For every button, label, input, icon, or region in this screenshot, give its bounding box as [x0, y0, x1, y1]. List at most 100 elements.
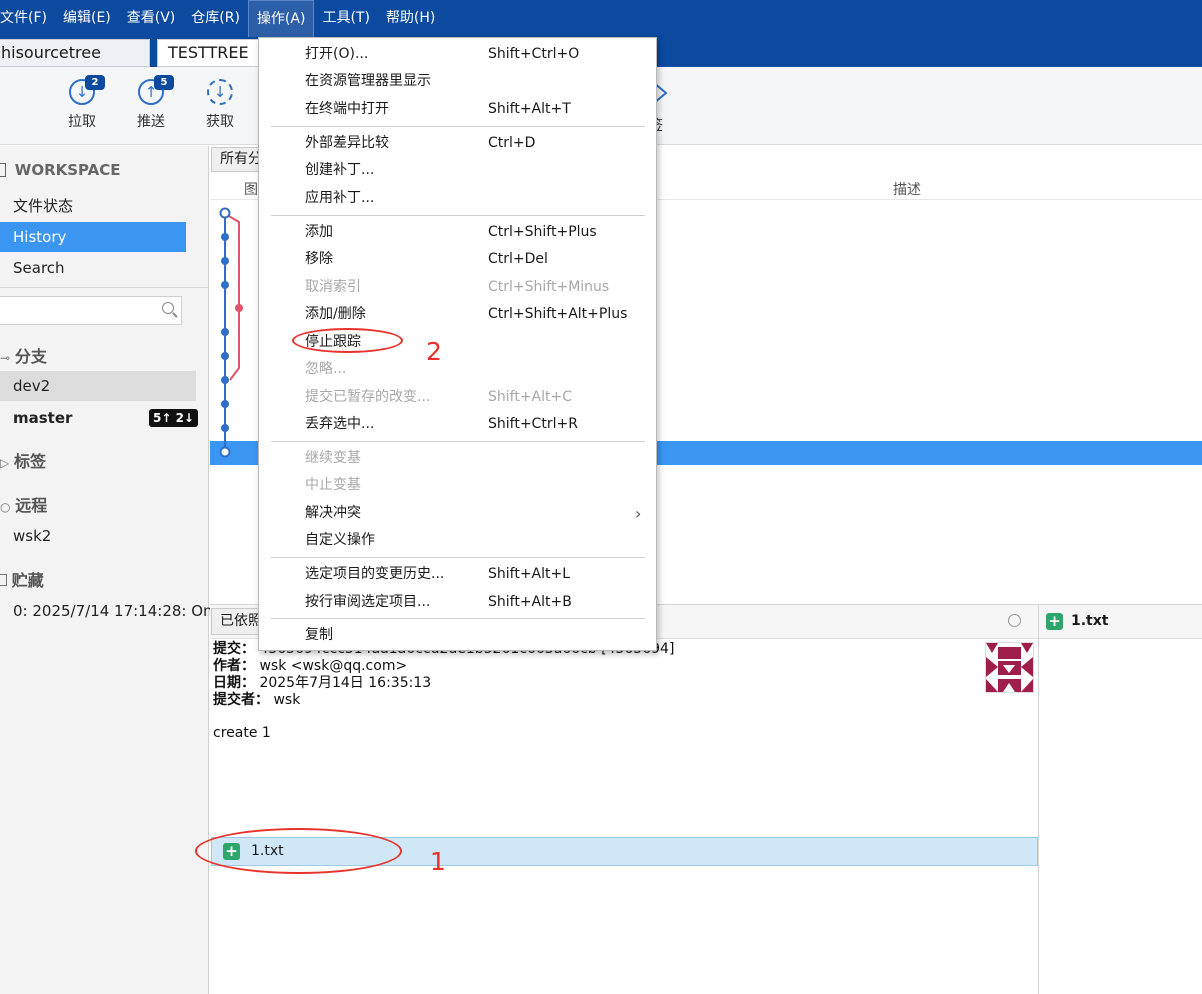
branch-item-master[interactable]: master 5↑ 2↓	[0, 403, 209, 433]
sidebar-item-history[interactable]: History	[0, 222, 186, 252]
menu-item-open-in-terminal[interactable]: 在终端中打开 Shift+Alt+T	[259, 96, 656, 123]
stash-icon	[0, 574, 7, 586]
commit-label: 提交：	[213, 641, 255, 657]
sidebar-item-file-status[interactable]: 文件状态	[0, 191, 186, 221]
menu-item-label: 在终端中打开	[305, 101, 389, 117]
menu-item-label: 丢弃选中...	[305, 416, 375, 432]
tags-section[interactable]: ▷ 标签	[0, 448, 46, 472]
menu-file[interactable]: 文件(F)	[0, 0, 55, 37]
fetch-button[interactable]: ↓ 获取	[195, 79, 245, 131]
commit-node[interactable]	[221, 257, 229, 265]
menu-item-external-diff[interactable]: 外部差异比较 Ctrl+D	[259, 130, 656, 157]
remote-item-wsk2[interactable]: wsk2	[0, 521, 196, 551]
fetch-label: 获取	[206, 114, 234, 130]
menu-item-apply-patch[interactable]: 应用补丁...	[259, 185, 656, 212]
menu-item-copy[interactable]: 复制	[259, 622, 656, 649]
menu-item-shortcut: Shift+Ctrl+O	[488, 46, 580, 62]
branch-filter-select[interactable]: 所有分	[211, 147, 259, 172]
annotation-number-2: 2	[426, 337, 442, 366]
menu-item-unstage[interactable]: 取消索引 Ctrl+Shift+Minus	[259, 274, 656, 301]
arrow-down-icon: ↓ 2	[69, 75, 105, 105]
menu-help[interactable]: 帮助(H)	[378, 0, 443, 37]
menu-item-discard[interactable]: 丢弃选中... Shift+Ctrl+R	[259, 411, 656, 438]
menu-item-shortcut: Shift+Alt+C	[488, 389, 573, 405]
pull-count-badge: 2	[85, 75, 105, 90]
commit-node[interactable]	[221, 328, 229, 336]
workspace-icon	[0, 163, 6, 177]
menu-item-abort-rebase[interactable]: 中止变基	[259, 472, 656, 499]
date-line: 日期： 2025年7月14日 16:35:13	[213, 675, 674, 692]
branch-item-dev2[interactable]: dev2	[0, 371, 196, 401]
author-value: wsk <wsk@qq.com>	[259, 658, 408, 674]
sidebar-filter-input[interactable]	[0, 296, 182, 325]
menu-item-label: 选定项目的变更历史...	[305, 566, 445, 582]
diff-pane-header: + 1.txt	[1039, 604, 1202, 639]
branch-icon: ⊸	[0, 351, 11, 365]
menu-item-blame-selected[interactable]: 按行审阅选定项目... Shift+Alt+B	[259, 589, 656, 616]
menu-item-shortcut: Shift+Alt+T	[488, 101, 571, 117]
menu-item-remove[interactable]: 移除 Ctrl+Del	[259, 246, 656, 273]
diff-file-name: 1.txt	[1071, 613, 1109, 629]
commit-node[interactable]	[221, 424, 229, 432]
menu-tools[interactable]: 工具(T)	[314, 0, 377, 37]
push-button[interactable]: ↑ 5 推送	[126, 75, 176, 131]
remotes-section[interactable]: ○ 远程	[0, 492, 47, 516]
workspace-section[interactable]: WORKSPACE	[0, 161, 121, 179]
avatar	[985, 642, 1034, 693]
search-icon[interactable]	[1008, 614, 1021, 627]
pull-button[interactable]: ↓ 2 拉取	[57, 75, 107, 131]
commit-node[interactable]	[221, 352, 229, 360]
ahead-behind-badge: 5↑ 2↓	[149, 409, 198, 427]
menu-item-label: 提交已暂存的改变...	[305, 389, 431, 405]
commit-node[interactable]	[219, 446, 231, 458]
commit-node[interactable]	[219, 207, 231, 219]
menu-item-commit-staged[interactable]: 提交已暂存的改变... Shift+Alt+C	[259, 384, 656, 411]
stash-item[interactable]: 0: 2025/7/14 17:14:28: On	[0, 596, 213, 626]
commit-node[interactable]	[221, 376, 229, 384]
menu-repository[interactable]: 仓库(R)	[183, 0, 248, 37]
col-graph-header[interactable]: 图	[244, 179, 258, 199]
sidebar: WORKSPACE 文件状态 History Search ⊸ 分支 dev2 …	[0, 146, 213, 994]
menu-actions[interactable]: 操作(A)	[247, 0, 315, 37]
remotes-title: 远程	[15, 496, 48, 515]
menu-edit[interactable]: 编辑(E)	[55, 0, 119, 37]
menu-item-ignore[interactable]: 忽略...	[259, 356, 656, 383]
commit-node[interactable]	[221, 400, 229, 408]
tab-hisourcetree[interactable]: hisourcetree	[0, 39, 150, 67]
commit-node[interactable]	[221, 233, 229, 241]
menu-view[interactable]: 查看(V)	[119, 0, 184, 37]
details-sort-select[interactable]: 已依照	[211, 608, 259, 635]
menu-separator	[271, 126, 645, 127]
stashes-section[interactable]: 贮藏	[0, 567, 44, 591]
menu-item-resolve-conflicts[interactable]: 解决冲突 ›	[259, 500, 656, 527]
menu-item-add-remove[interactable]: 添加/删除 Ctrl+Shift+Alt+Plus	[259, 301, 656, 328]
menu-item-custom-actions[interactable]: 自定义操作	[259, 527, 656, 554]
author-line: 作者： wsk <wsk@qq.com>	[213, 658, 674, 675]
menu-item-continue-rebase[interactable]: 继续变基	[259, 445, 656, 472]
workspace-title: WORKSPACE	[14, 161, 121, 179]
menu-item-label: 移除	[305, 251, 333, 267]
sidebar-item-search[interactable]: Search	[0, 253, 186, 283]
branches-section[interactable]: ⊸ 分支	[0, 343, 47, 367]
remote-icon: ○	[0, 500, 11, 514]
menu-item-label: 添加	[305, 224, 333, 240]
fetch-arrow-icon: ↓	[207, 79, 233, 105]
menu-item-show-in-explorer[interactable]: 在资源管理器里显示	[259, 68, 656, 95]
sidebar-divider	[0, 287, 209, 288]
menu-separator	[271, 557, 645, 558]
annotation-number-1: 1	[430, 847, 446, 876]
push-label: 推送	[137, 114, 165, 130]
push-count-badge: 5	[154, 75, 174, 90]
menu-item-label: 打开(O)...	[305, 46, 369, 62]
tab-testtree[interactable]: TESTTREE	[157, 39, 261, 67]
menu-item-shortcut: Shift+Ctrl+R	[488, 416, 578, 432]
commit-node[interactable]	[235, 304, 243, 312]
menu-item-add[interactable]: 添加 Ctrl+Shift+Plus	[259, 219, 656, 246]
author-label: 作者：	[213, 658, 255, 674]
commit-node[interactable]	[221, 281, 229, 289]
committer-line: 提交者： wsk	[213, 692, 674, 709]
menu-item-create-patch[interactable]: 创建补丁...	[259, 157, 656, 184]
menu-item-log-selected[interactable]: 选定项目的变更历史... Shift+Alt+L	[259, 561, 656, 588]
menu-item-open[interactable]: 打开(O)... Shift+Ctrl+O	[259, 41, 656, 68]
col-description-header[interactable]: 描述	[893, 179, 921, 199]
